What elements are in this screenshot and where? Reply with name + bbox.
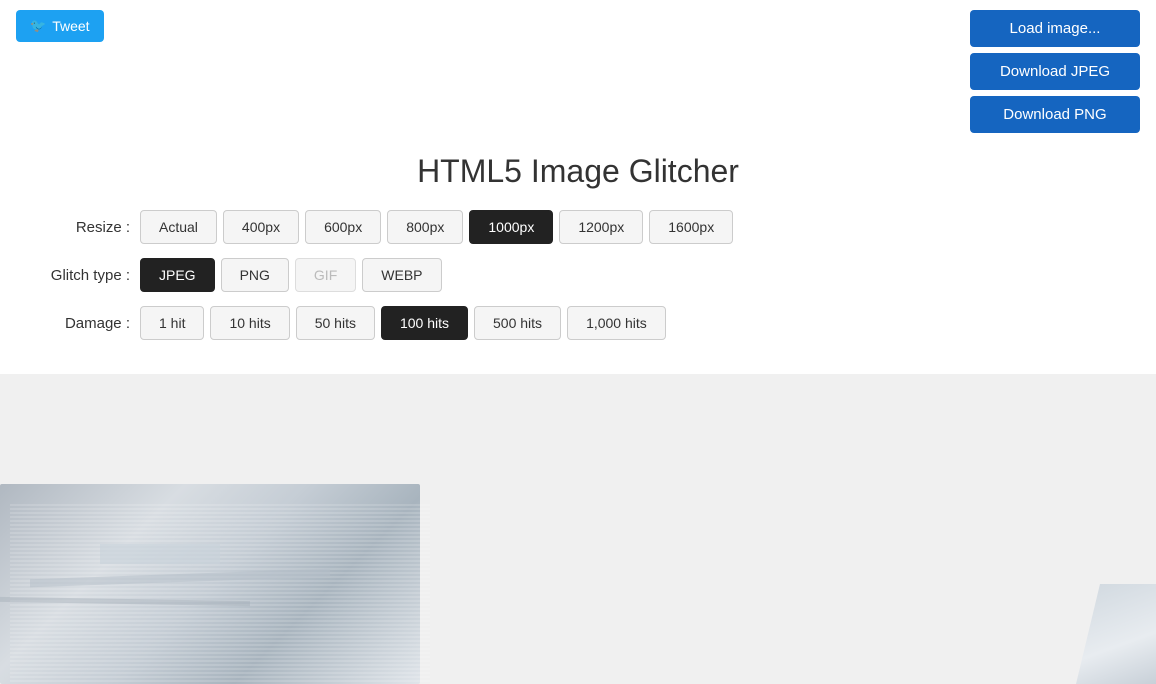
tweet-button[interactable]: Tweet bbox=[16, 10, 104, 42]
resize-800px[interactable]: 800px bbox=[387, 210, 463, 244]
damage-500hits[interactable]: 500 hits bbox=[474, 306, 561, 340]
resize-row: Resize : Actual 400px 600px 800px 1000px… bbox=[30, 210, 1126, 244]
canvas-area bbox=[0, 374, 1156, 684]
damage-row: Damage : 1 hit 10 hits 50 hits 100 hits … bbox=[30, 306, 1126, 340]
resize-600px[interactable]: 600px bbox=[305, 210, 381, 244]
top-bar: Tweet Load image... Download JPEG Downlo… bbox=[0, 0, 1156, 143]
resize-400px[interactable]: 400px bbox=[223, 210, 299, 244]
glitch-type-gif[interactable]: GIF bbox=[295, 258, 356, 292]
resize-label: Resize : bbox=[30, 219, 130, 236]
damage-100hits[interactable]: 100 hits bbox=[381, 306, 468, 340]
glitch-block bbox=[100, 544, 220, 564]
glitch-type-png[interactable]: PNG bbox=[221, 258, 289, 292]
right-buttons: Load image... Download JPEG Download PNG bbox=[970, 10, 1140, 133]
damage-label: Damage : bbox=[30, 315, 130, 332]
glitch-stripe-2 bbox=[0, 597, 250, 606]
glitch-stripe-1 bbox=[30, 569, 330, 587]
title-section: HTML5 Image Glitcher bbox=[0, 143, 1156, 210]
load-image-button[interactable]: Load image... bbox=[970, 10, 1140, 47]
damage-btn-group: 1 hit 10 hits 50 hits 100 hits 500 hits … bbox=[140, 306, 666, 340]
glitch-type-webp[interactable]: WEBP bbox=[362, 258, 441, 292]
damage-50hits[interactable]: 50 hits bbox=[296, 306, 375, 340]
glitch-type-jpeg[interactable]: JPEG bbox=[140, 258, 215, 292]
glitch-type-label: Glitch type : bbox=[30, 267, 130, 284]
damage-10hits[interactable]: 10 hits bbox=[210, 306, 289, 340]
resize-1600px[interactable]: 1600px bbox=[649, 210, 733, 244]
glitch-image-left bbox=[0, 484, 420, 684]
resize-actual[interactable]: Actual bbox=[140, 210, 217, 244]
controls: Resize : Actual 400px 600px 800px 1000px… bbox=[0, 210, 1156, 374]
glitch-artifact-right bbox=[1076, 584, 1156, 684]
page-title: HTML5 Image Glitcher bbox=[0, 153, 1156, 190]
resize-btn-group: Actual 400px 600px 800px 1000px 1200px 1… bbox=[140, 210, 733, 244]
damage-1hit[interactable]: 1 hit bbox=[140, 306, 204, 340]
download-png-button[interactable]: Download PNG bbox=[970, 96, 1140, 133]
resize-1000px[interactable]: 1000px bbox=[469, 210, 553, 244]
glitch-type-row: Glitch type : JPEG PNG GIF WEBP bbox=[30, 258, 1126, 292]
damage-1000hits[interactable]: 1,000 hits bbox=[567, 306, 666, 340]
download-jpeg-button[interactable]: Download JPEG bbox=[970, 53, 1140, 90]
resize-1200px[interactable]: 1200px bbox=[559, 210, 643, 244]
glitch-type-btn-group: JPEG PNG GIF WEBP bbox=[140, 258, 442, 292]
